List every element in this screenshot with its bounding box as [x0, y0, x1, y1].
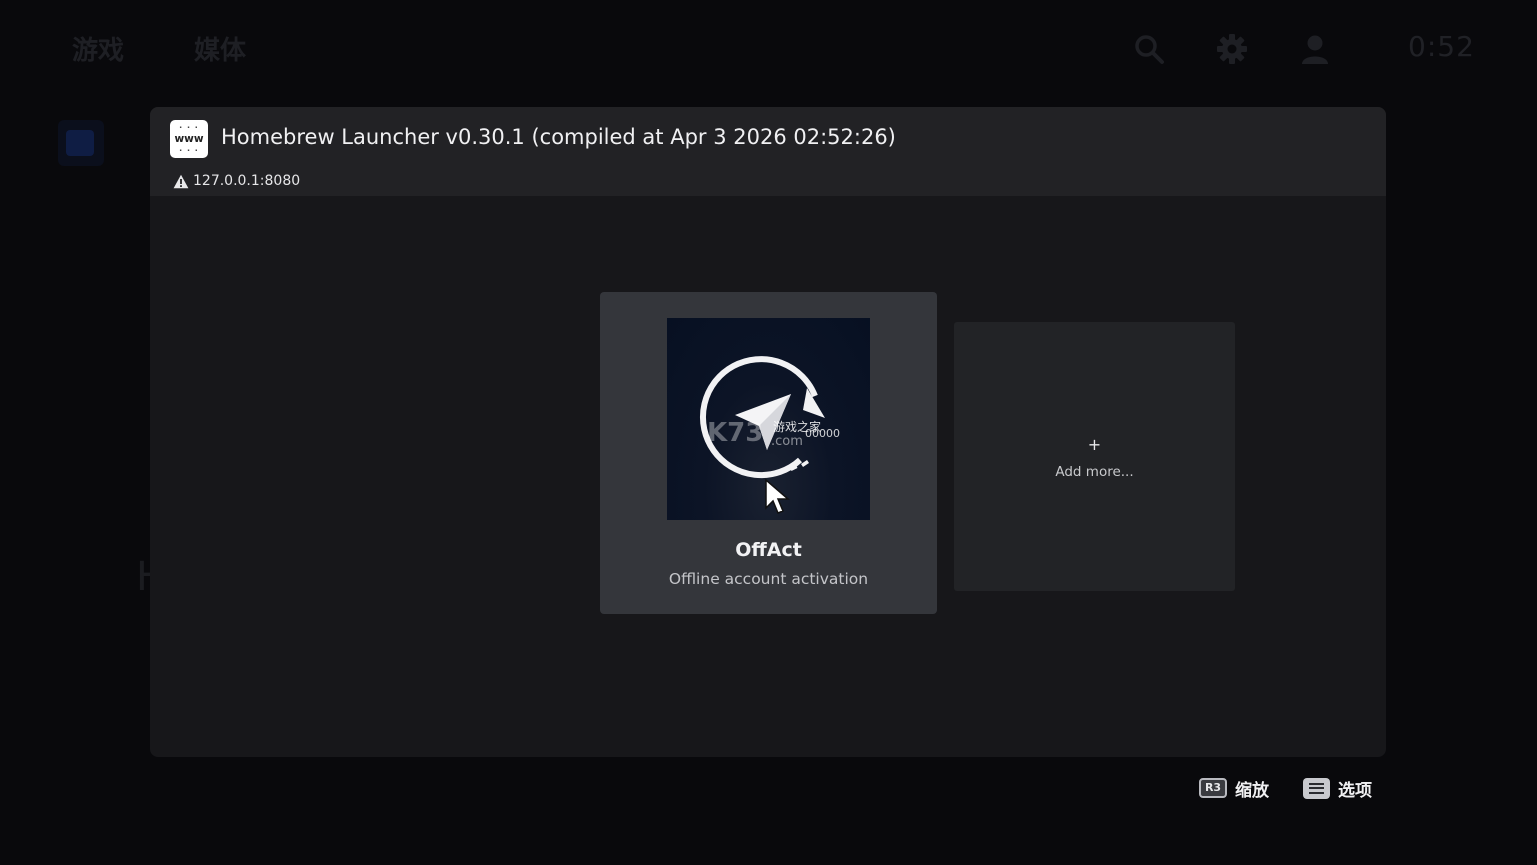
add-more-label: Add more...: [1055, 464, 1134, 480]
r3-button-icon: R3: [1199, 778, 1227, 798]
zoom-hint[interactable]: R3 缩放: [1199, 776, 1269, 801]
app-thumbnail: K73 游戏之家 .com 00000: [667, 318, 870, 520]
watermark-text: K73: [707, 418, 763, 448]
options-label: 选项: [1338, 780, 1372, 801]
warning-icon: [173, 174, 189, 189]
www-site-icon: · · · www · · ·: [170, 120, 208, 158]
app-card-offact[interactable]: K73 游戏之家 .com 00000 OffAct Offline accou…: [600, 292, 937, 614]
dialog-title: Homebrew Launcher v0.30.1 (compiled at A…: [221, 125, 896, 149]
bg-app-tile-icon: [66, 130, 94, 156]
add-more-card[interactable]: + Add more...: [954, 322, 1235, 591]
bg-tab-games: 游戏: [72, 36, 125, 66]
user-icon: [1302, 35, 1328, 64]
plus-icon: +: [1087, 435, 1102, 454]
svg-text:00000: 00000: [805, 427, 840, 440]
dialog-header: · · · www · · · Homebrew Launcher v0.30.…: [150, 107, 1386, 196]
gear-icon: [1217, 34, 1247, 64]
svg-text:.com: .com: [771, 434, 803, 449]
app-description: Offline account activation: [668, 570, 869, 588]
background-top-bar: 游戏 媒体 0:52: [0, 0, 1537, 100]
options-hint[interactable]: 选项: [1303, 776, 1372, 801]
sync-send-icon: K73 游戏之家 .com 00000: [700, 356, 840, 514]
homebrew-launcher-dialog: · · · www · · · Homebrew Launcher v0.30.…: [150, 107, 1386, 757]
host-address: 127.0.0.1:8080: [193, 173, 301, 189]
bg-tab-media: 媒体: [194, 36, 247, 66]
zoom-label: 缩放: [1235, 780, 1269, 801]
screen: 游戏 媒体 0:52 H · · · www: [0, 0, 1537, 865]
app-name: OffAct: [735, 539, 802, 561]
bg-clock: 0:52: [1408, 30, 1475, 63]
cursor-icon: [765, 478, 791, 514]
search-icon: [1135, 35, 1164, 64]
options-icon: [1303, 777, 1330, 799]
